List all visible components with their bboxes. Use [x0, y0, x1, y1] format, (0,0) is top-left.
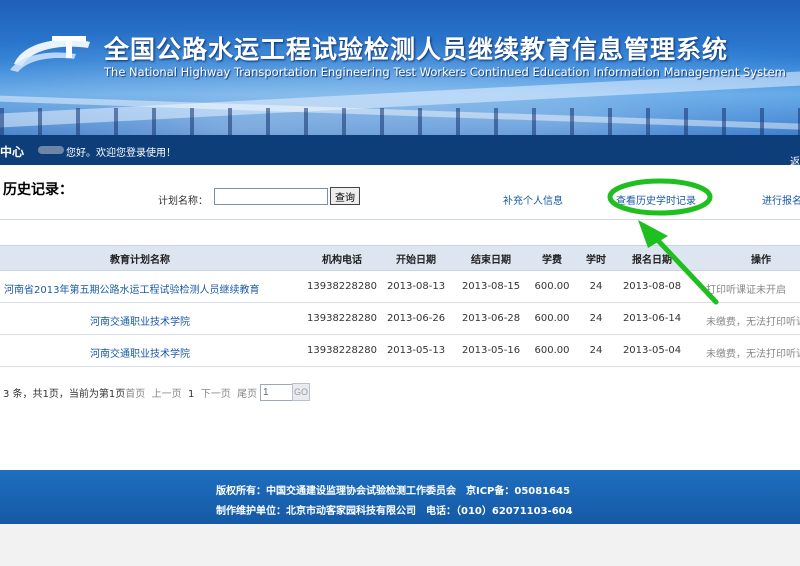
divider [0, 219, 800, 220]
start-date-cell: 2013-08-13 [386, 281, 446, 292]
footer: 版权所有：中国交通建设监理协会试验检测工作委员会 京ICP备：05081645 … [0, 470, 800, 524]
enroll-date-cell: 2013-08-08 [622, 281, 682, 292]
column-header: 教育计划名称 [110, 255, 170, 266]
fee-cell: 600.00 [534, 345, 570, 356]
go-button[interactable]: GO [292, 383, 310, 401]
plan-name-input[interactable] [214, 188, 328, 205]
welcome-bar: 中心 您好。欢迎您登录使用！ 返 [0, 135, 800, 168]
footer-maintainer: 制作维护单位：北京市动客家园科技有限公司 电话：（010）62071103-60… [216, 506, 573, 517]
operation-cell: 未缴费，无法打印听课证 [706, 349, 800, 360]
pagination: 3 条，共1页，当前为第1页首页 上一页 1 下一页 尾页 [3, 385, 257, 400]
column-header: 开始日期 [396, 255, 436, 266]
fee-cell: 600.00 [534, 281, 570, 292]
operation-cell: 未缴费，无法打印听课证 [706, 317, 800, 328]
system-title: 全国公路水运工程试验检测人员继续教育信息管理系统 [104, 35, 729, 64]
start-date-cell: 2013-05-13 [386, 345, 446, 356]
view-history-hours-link[interactable]: 查看历史学时记录 [616, 192, 696, 207]
end-date-cell: 2013-05-16 [461, 345, 521, 356]
phone-cell: 13938228280 [307, 313, 377, 324]
table-row: 河南省2013年第五期公路水运工程试验检测人员继续教育 13938228280 … [0, 271, 800, 303]
end-date-cell: 2013-06-28 [461, 313, 521, 324]
hours-cell: 24 [589, 345, 603, 356]
header-banner: 全国公路水运工程试验检测人员继续教育信息管理系统 The National Hi… [0, 0, 800, 135]
main-content: 历史记录： 计划名称： 查询 补充个人信息 查看历史学时记录 进行报名 教育计划… [0, 165, 800, 470]
column-header: 学时 [586, 255, 606, 266]
pager-current: 1 [187, 389, 195, 400]
column-header: 结束日期 [471, 255, 511, 266]
hours-cell: 24 [589, 313, 603, 324]
page-title: 历史记录： [3, 182, 73, 198]
plan-name-link[interactable]: 河南省2013年第五期公路水运工程试验检测人员继续教育 [4, 281, 274, 296]
hours-cell: 24 [589, 281, 603, 292]
phone-cell: 13938228280 [307, 281, 377, 292]
center-label: 中心 [0, 145, 25, 159]
enroll-link[interactable]: 进行报名 [762, 192, 800, 207]
page-number-input[interactable] [260, 384, 294, 401]
table-header: 教育计划名称 机构电话 开始日期 结束日期 学费 学时 报名日期 操作 [0, 245, 800, 271]
logo-icon [10, 36, 90, 72]
blurred-username [38, 146, 64, 154]
operation-cell[interactable]: 打印听课证未开启 [706, 281, 800, 296]
pager-last[interactable]: 尾页 [237, 389, 257, 400]
end-date-cell: 2013-08-15 [461, 281, 521, 292]
query-button[interactable]: 查询 [330, 187, 360, 205]
column-header: 报名日期 [632, 255, 672, 266]
start-date-cell: 2013-06-26 [386, 313, 446, 324]
column-header: 学费 [542, 255, 562, 266]
enroll-date-cell: 2013-06-14 [622, 313, 682, 324]
system-title-en: The National Highway Transportation Engi… [104, 65, 786, 79]
table-row: 河南交通职业技术学院 13938228280 2013-06-26 2013-0… [0, 303, 800, 335]
plan-name-link[interactable]: 河南交通职业技术学院 [40, 313, 240, 328]
pager-prev[interactable]: 上一页 [152, 389, 182, 400]
pager-summary: 3 条，共1页，当前为第1页 [3, 389, 126, 400]
plan-name-label: 计划名称： [158, 196, 208, 207]
pager-next[interactable]: 下一页 [201, 389, 231, 400]
plan-name-link[interactable]: 河南交通职业技术学院 [40, 345, 240, 360]
banner-bridge-pillars [0, 108, 800, 135]
fee-cell: 600.00 [534, 313, 570, 324]
greeting-text: 您好。欢迎您登录使用！ [66, 148, 176, 159]
column-header: 机构电话 [322, 255, 362, 266]
phone-cell: 13938228280 [307, 345, 377, 356]
footer-copyright: 版权所有：中国交通建设监理协会试验检测工作委员会 京ICP备：05081645 [216, 486, 571, 497]
page-bottom [0, 524, 800, 566]
pager-first[interactable]: 首页 [125, 389, 145, 400]
supplement-info-link[interactable]: 补充个人信息 [503, 192, 563, 207]
column-header: 操作 [751, 255, 771, 266]
enroll-date-cell: 2013-05-04 [622, 345, 682, 356]
table-row: 河南交通职业技术学院 13938228280 2013-05-13 2013-0… [0, 335, 800, 367]
